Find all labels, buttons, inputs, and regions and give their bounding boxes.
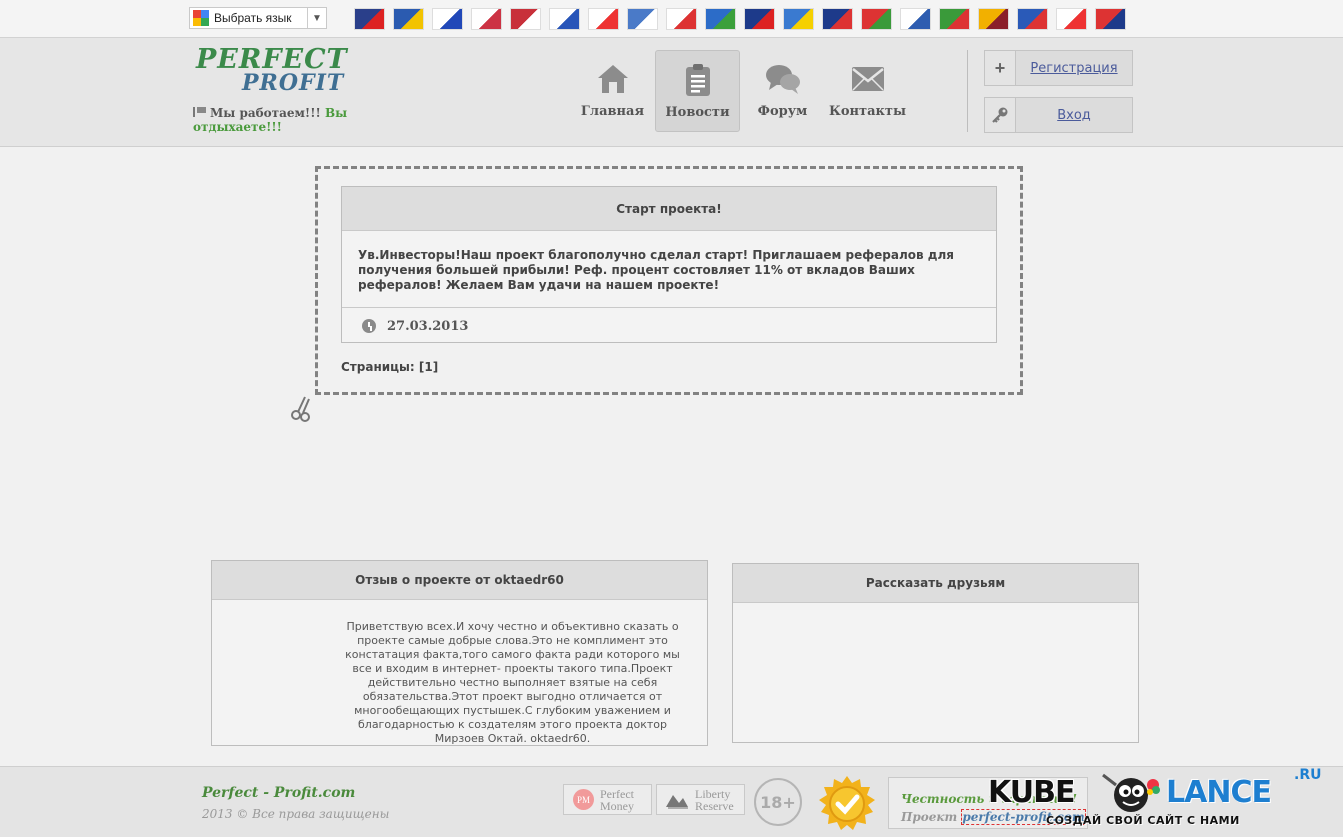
- perfect-money-badge[interactable]: PM Perfect Money: [563, 784, 652, 815]
- flag-sweden-icon[interactable]: [393, 8, 424, 30]
- google-icon: [193, 10, 209, 26]
- review-title: Отзыв о проекте от oktaedr60: [212, 561, 707, 600]
- envelope-icon: [850, 62, 886, 96]
- nav-news-label: Новости: [665, 105, 730, 120]
- key-icon: [985, 98, 1016, 132]
- lr-line2: Reserve: [695, 798, 734, 813]
- liberty-reserve-text: Liberty Reserve: [695, 788, 734, 812]
- flag-taiwan-icon[interactable]: [1095, 8, 1126, 30]
- flag-korea-icon[interactable]: [471, 8, 502, 30]
- footer-copyright: 2013 © Все права защищены: [202, 807, 390, 821]
- flag-sri-lanka-icon[interactable]: [978, 8, 1009, 30]
- main-nav: Главная Новости Форум Контакты: [570, 50, 910, 132]
- top-bar: Выбрать язык ▼: [0, 0, 1343, 37]
- flag-finland-icon[interactable]: [900, 8, 931, 30]
- kubelance-watermark: KUBE LANCE .RU СОЗДАЙ СВОЙ САЙТ С НАМИ: [988, 767, 1328, 831]
- news-text: Ув.Инвесторы!Наш проект благополучно сде…: [342, 231, 996, 308]
- nav-forum[interactable]: Форум: [740, 50, 825, 132]
- tagline-work: Мы работаем!!!: [210, 106, 321, 120]
- flag-saint-vincent-icon[interactable]: [783, 8, 814, 30]
- news-date-value: 27.03.2013: [387, 318, 469, 334]
- watermark-slogan: СОЗДАЙ СВОЙ САЙТ С НАМИ: [1046, 814, 1240, 827]
- language-flags: [354, 8, 1126, 30]
- site-footer: Perfect - Profit.com 2013 © Все права за…: [0, 766, 1343, 837]
- chevron-down-icon[interactable]: ▼: [307, 8, 326, 28]
- language-select-label: Выбрать язык: [214, 11, 292, 25]
- language-select[interactable]: Выбрать язык ▼: [189, 7, 327, 29]
- flag-israel-icon[interactable]: [549, 8, 580, 30]
- header-divider: [967, 50, 968, 132]
- perfect-money-logo: PM: [573, 789, 594, 810]
- tagline: Мы работаем!!! Вы отдыхаете!!!: [193, 106, 353, 134]
- flag-oman-icon[interactable]: [861, 8, 892, 30]
- flag-guernsey-icon[interactable]: [1056, 8, 1087, 30]
- share-panel: Рассказать друзьям: [732, 563, 1139, 743]
- flag-new-caledonia-icon[interactable]: [1017, 8, 1048, 30]
- perfect-money-text: Perfect Money: [600, 788, 634, 812]
- site-header: PERFECT PROFIT Мы работаем!!! Вы отдыхае…: [0, 37, 1343, 147]
- flag-solomon-icon[interactable]: [705, 8, 736, 30]
- flag-costa-rica-icon[interactable]: [822, 8, 853, 30]
- register-button[interactable]: + Регистрация: [984, 50, 1133, 86]
- flag-czech-icon[interactable]: [666, 8, 697, 30]
- flag-icon: [193, 107, 206, 117]
- watermark-word2: LANCE: [1166, 775, 1272, 810]
- chat-bubbles-icon: [765, 62, 801, 96]
- liberty-reserve-badge[interactable]: Liberty Reserve: [656, 784, 745, 815]
- nav-contacts-label: Контакты: [829, 104, 906, 119]
- news-title[interactable]: Старт проекта!: [342, 187, 996, 231]
- review-panel: Отзыв о проекте от oktaedr60 Приветствую…: [211, 560, 708, 746]
- nav-home[interactable]: Главная: [570, 50, 655, 132]
- flag-uk-icon[interactable]: [354, 8, 385, 30]
- register-link[interactable]: Регистрация: [1016, 61, 1132, 76]
- flag-russia-icon[interactable]: [432, 8, 463, 30]
- flag-norway-icon[interactable]: [510, 8, 541, 30]
- share-title: Рассказать друзьям: [733, 564, 1138, 603]
- flag-greece-icon[interactable]: [627, 8, 658, 30]
- home-icon: [595, 62, 631, 96]
- nav-contacts[interactable]: Контакты: [825, 50, 910, 132]
- footer-site-name: Perfect - Profit.com: [202, 785, 356, 801]
- guarantee-seal-icon: [819, 776, 875, 830]
- liberty-reserve-icon: [666, 794, 688, 809]
- honesty-prefix: Проект: [901, 810, 958, 824]
- nav-forum-label: Форум: [757, 104, 808, 119]
- pagination[interactable]: Страницы: [1]: [341, 360, 438, 374]
- mascot-icon: [1102, 773, 1160, 812]
- nav-home-label: Главная: [580, 104, 645, 119]
- review-text: Приветствую всех.И хочу честно и объекти…: [345, 620, 680, 745]
- flag-georgia-icon[interactable]: [588, 8, 619, 30]
- scissors-icon: [291, 396, 310, 422]
- pm-line2: Money: [600, 798, 634, 813]
- site-logo-line2[interactable]: PROFIT: [242, 70, 344, 96]
- login-button[interactable]: Вход: [984, 97, 1133, 133]
- watermark-tld: .RU: [1294, 767, 1322, 783]
- flag-iran-icon[interactable]: [939, 8, 970, 30]
- login-link[interactable]: Вход: [1016, 108, 1132, 123]
- age-restriction-badge: 18+: [754, 778, 802, 826]
- clock-icon: [362, 319, 376, 333]
- plus-icon: +: [985, 51, 1016, 85]
- watermark-word1: KUBE: [988, 775, 1075, 810]
- clipboard-icon: [680, 63, 716, 97]
- news-card: Старт проекта! Ув.Инвесторы!Наш проект б…: [341, 186, 997, 343]
- nav-news[interactable]: Новости: [655, 50, 740, 132]
- flag-dominican-icon[interactable]: [744, 8, 775, 30]
- news-date: 27.03.2013: [342, 308, 996, 344]
